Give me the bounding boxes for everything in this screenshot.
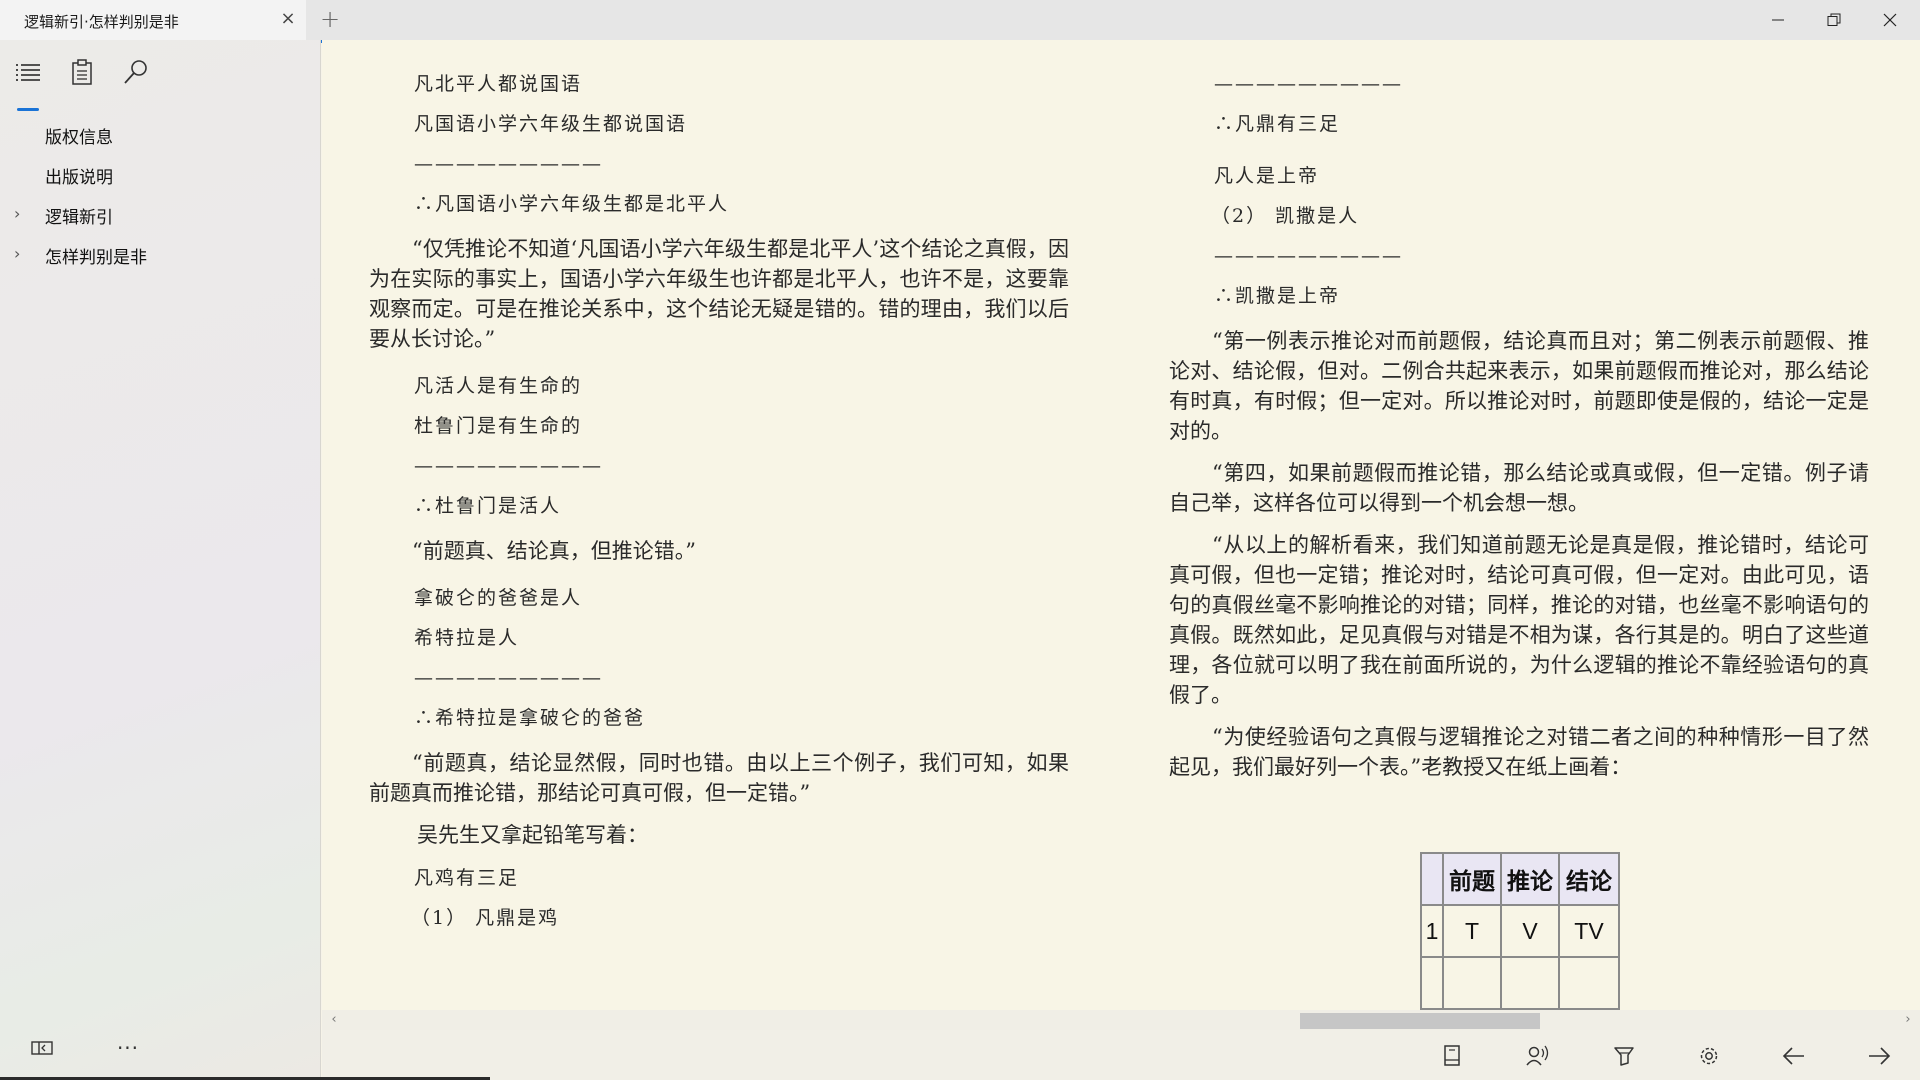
toc-button[interactable] — [10, 54, 46, 90]
syllogism-conclusion: ∴凡鼎有三足 — [1214, 113, 1341, 135]
table-row — [1420, 956, 1620, 1010]
syllogism-conclusion: ∴希特拉是拿破仑的爸爸 — [414, 707, 646, 729]
table-header-cell: 结论 — [1558, 852, 1620, 906]
new-tab-button[interactable]: + — [318, 6, 342, 32]
table-header-row: 前题 推论 结论 — [1420, 852, 1620, 906]
restore-button[interactable] — [1806, 0, 1862, 40]
scrollbar-thumb[interactable] — [1300, 1013, 1540, 1029]
sidebar: 版权信息 出版说明 › 逻辑新引 › 怎样判别是非 ··· — [0, 40, 321, 1080]
previous-page-button[interactable] — [1774, 1038, 1814, 1074]
syllogism-line: 凡国语小学六年级生都说国语 — [414, 113, 688, 135]
book-tab[interactable]: 逻辑新引·怎样判别是非 × — [0, 0, 306, 40]
toc-item-copyright[interactable]: 版权信息 — [0, 114, 321, 154]
table-cell — [1558, 956, 1620, 1010]
highlight-icon — [1614, 1047, 1634, 1066]
collapse-pane-icon — [31, 1041, 53, 1055]
book-button[interactable] — [1432, 1038, 1472, 1074]
more-options-button[interactable]: ··· — [108, 1032, 148, 1064]
back-arrow-icon — [1782, 1047, 1804, 1065]
syllogism-line: 凡人是上帝 — [1214, 165, 1320, 187]
syllogism-line: 凡鸡有三足 — [414, 867, 520, 889]
forward-arrow-icon — [1869, 1047, 1891, 1065]
toc-item-label: 版权信息 — [45, 128, 113, 148]
restore-icon — [1827, 13, 1841, 26]
active-tool-indicator — [17, 108, 39, 111]
syllogism-line: （2） 凯撒是人 — [1211, 205, 1360, 227]
toggle-sidebar-button[interactable] — [22, 1032, 62, 1064]
table-row: 1 T V TV — [1420, 904, 1620, 958]
read-aloud-icon — [1526, 1045, 1549, 1066]
table-cell — [1442, 956, 1502, 1010]
title-bar: 逻辑新引·怎样判别是非 × + — [0, 0, 1920, 40]
table-cell: TV — [1558, 904, 1620, 958]
horizontal-scrollbar[interactable]: ‹ › — [322, 1010, 1920, 1030]
reader-toolbar — [322, 1030, 1920, 1080]
next-page-button[interactable] — [1859, 1038, 1899, 1074]
search-button[interactable] — [118, 54, 154, 90]
syllogism-line: 凡活人是有生命的 — [414, 375, 583, 397]
read-aloud-button[interactable] — [1518, 1038, 1558, 1074]
settings-icon — [1700, 1047, 1718, 1065]
tab-close-icon[interactable]: × — [278, 9, 298, 29]
right-page: ————————— ∴凡鼎有三足 凡人是上帝 （2） 凯撒是人 ————————… — [1169, 40, 1869, 794]
notes-icon — [72, 59, 92, 85]
tab-title: 逻辑新引·怎样判别是非 — [24, 13, 179, 31]
table-header-cell: 前题 — [1442, 852, 1502, 906]
table-cell: T — [1442, 904, 1502, 958]
minimize-icon — [1772, 19, 1784, 21]
table-header-cell — [1420, 852, 1444, 906]
truth-table: 前题 推论 结论 1 T V TV — [1420, 852, 1620, 1010]
table-header-cell: 推论 — [1500, 852, 1560, 906]
left-page: 凡北平人都说国语 凡国语小学六年级生都说国语 ————————— ∴凡国语小学六… — [369, 40, 1069, 938]
scroll-left-arrow-icon[interactable]: ‹ — [324, 1010, 344, 1030]
paragraph: “仅凭推论不知道‘凡国语小学六年级生都是北平人’这个结论之真假，因为在实际的事实… — [369, 237, 1069, 351]
syllogism-line: 杜鲁门是有生命的 — [414, 415, 583, 437]
table-cell: 1 — [1420, 904, 1444, 958]
chevron-right-icon[interactable]: › — [14, 244, 30, 264]
toc-item-label: 怎样判别是非 — [45, 248, 147, 268]
minimize-button[interactable] — [1750, 0, 1806, 40]
reader-view: 凡北平人都说国语 凡国语小学六年级生都说国语 ————————— ∴凡国语小学六… — [322, 40, 1920, 1010]
toc-item-label: 出版说明 — [45, 168, 113, 188]
search-icon — [124, 60, 147, 84]
toc-item-judge-right-wrong[interactable]: › 怎样判别是非 — [0, 234, 321, 274]
syllogism-line: 凡北平人都说国语 — [414, 73, 583, 95]
table-cell — [1420, 956, 1444, 1010]
chevron-right-icon[interactable]: › — [14, 204, 30, 224]
syllogism-divider: ————————— — [1214, 73, 1403, 95]
close-button[interactable] — [1862, 0, 1918, 40]
sidebar-tools — [0, 54, 321, 111]
paragraph: “第一例表示推论对而前题假，结论真而且对；第二例表示前题假、推论对、结论假，但对… — [1169, 329, 1869, 443]
list-icon — [16, 64, 40, 81]
syllogism-line: 拿破仑的爸爸是人 — [414, 587, 583, 609]
paragraph: “前题真、结论真，但推论错。” — [412, 539, 697, 563]
syllogism-conclusion: ∴凯撒是上帝 — [1214, 285, 1341, 307]
table-cell — [1500, 956, 1560, 1010]
syllogism-divider: ————————— — [1214, 245, 1403, 267]
toc-item-label: 逻辑新引 — [45, 208, 113, 228]
close-icon — [1883, 13, 1897, 27]
paragraph: “前题真，结论显然假，同时也错。由以上三个例子，我们可知，如果前题真而推论错，那… — [369, 751, 1069, 805]
table-cell: V — [1500, 904, 1560, 958]
paragraph: “第四，如果前题假而推论错，那么结论或真或假，但一定错。例子请自己举，这样各位可… — [1169, 461, 1869, 515]
scroll-right-arrow-icon[interactable]: › — [1898, 1010, 1918, 1030]
notes-button[interactable] — [64, 54, 100, 90]
settings-button[interactable] — [1689, 1038, 1729, 1074]
toc-item-logic-intro[interactable]: › 逻辑新引 — [0, 194, 321, 234]
book-icon — [1444, 1045, 1460, 1066]
syllogism-divider: ————————— — [414, 667, 603, 689]
syllogism-conclusion: ∴凡国语小学六年级生都是北平人 — [414, 193, 730, 215]
syllogism-divider: ————————— — [414, 153, 603, 175]
toc-item-publication-note[interactable]: 出版说明 — [0, 154, 321, 194]
table-of-contents: 版权信息 出版说明 › 逻辑新引 › 怎样判别是非 — [0, 114, 321, 274]
highlight-button[interactable] — [1604, 1038, 1644, 1074]
syllogism-divider: ————————— — [414, 455, 603, 477]
sidebar-footer: ··· — [0, 1016, 321, 1080]
syllogism-line: （1） 凡鼎是鸡 — [411, 907, 560, 929]
paragraph: “为使经验语句之真假与逻辑推论之对错二者之间的种种情形一目了然起见，我们最好列一… — [1169, 725, 1869, 779]
paragraph: “从以上的解析看来，我们知道前题无论是真是假，推论错时，结论可真可假，但也一定错… — [1169, 533, 1869, 707]
syllogism-conclusion: ∴杜鲁门是活人 — [414, 495, 562, 517]
paragraph: 吴先生又拿起铅笔写着： — [417, 823, 648, 847]
syllogism-line: 希特拉是人 — [414, 627, 520, 649]
